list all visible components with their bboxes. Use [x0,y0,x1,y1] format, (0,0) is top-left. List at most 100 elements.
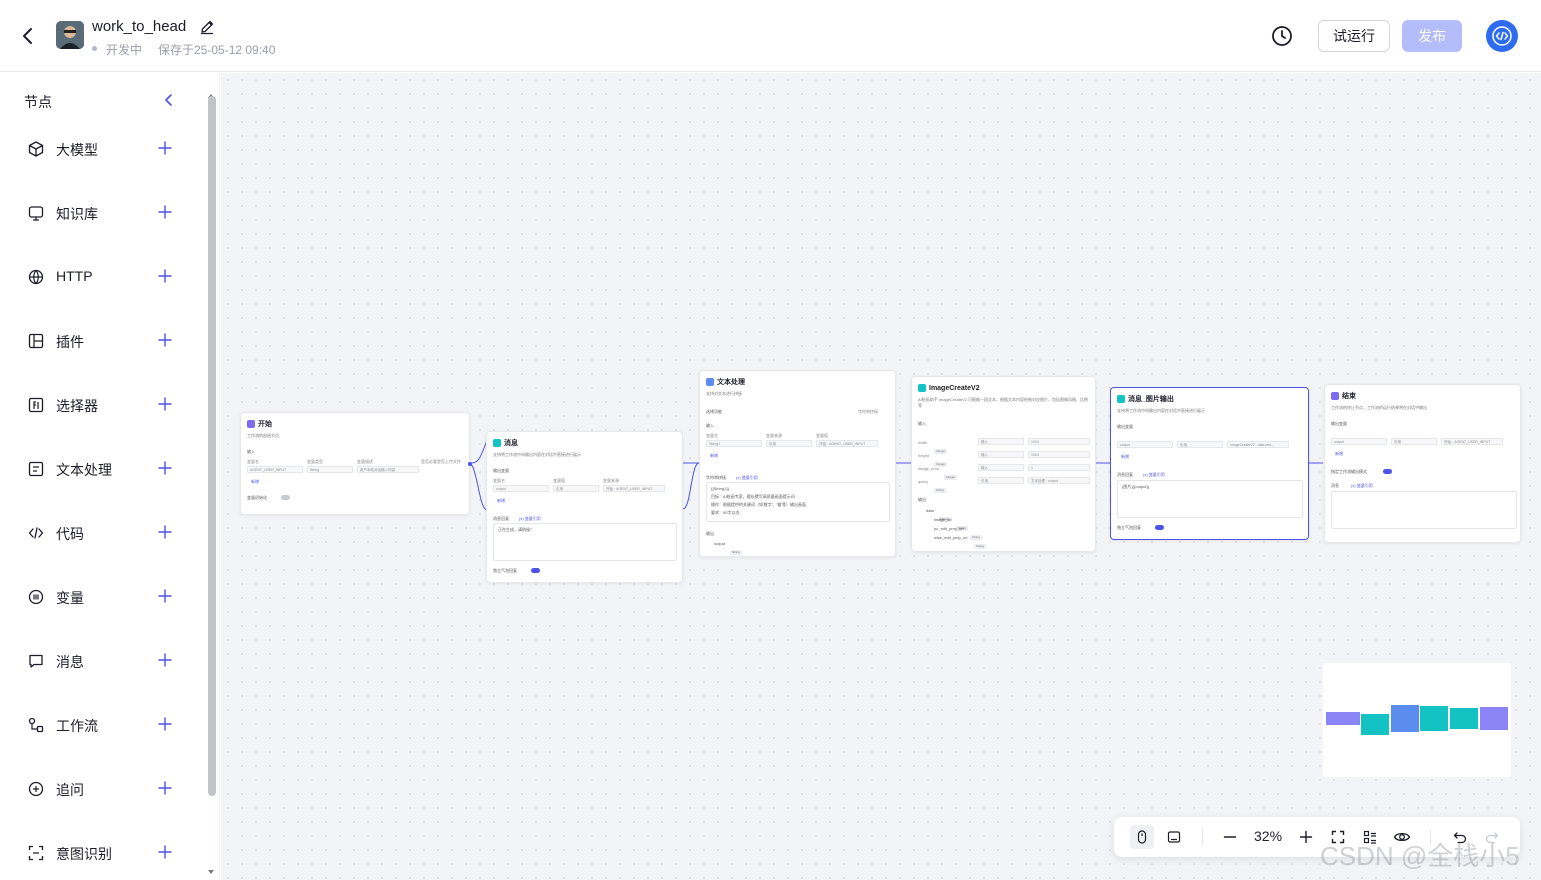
sidebar-item-code[interactable]: 代码 [0,512,205,552]
plus-icon[interactable] [156,203,174,221]
bubble-toggle[interactable] [1155,525,1164,530]
workflow-node-message[interactable]: 消息 支持将工作流中间输出内容在对话中直接进行展示 输出变量 变量名 变量值 变… [486,431,683,583]
variable-name-field[interactable]: output [493,485,549,492]
output-var-name: output [714,541,726,546]
param-value-field[interactable]: 1024 [1028,451,1090,458]
variable-name-field[interactable]: output [1331,438,1387,445]
variable-reference-link[interactable]: (x) 变量引用 [519,516,541,522]
toggle-label: 独立气泡回复 [1117,525,1141,530]
sidebar-item-selector[interactable]: 选择器 [0,384,205,424]
param-source-select[interactable]: 输入 [978,451,1024,458]
sidebar-scrollbar-thumb[interactable] [208,96,216,796]
sidebar-item-variable[interactable]: 变量 [0,576,205,616]
variable-value-field[interactable]: ImageCreateV2 · data.ima... [1227,441,1289,448]
trial-run-button[interactable]: 试运行 [1318,20,1390,52]
bubble-toggle[interactable] [531,568,540,573]
add-variable-link[interactable]: 新增 [1121,454,1129,460]
param-value-field[interactable]: 1024 [1028,438,1090,445]
sidebar-item-plugin[interactable]: 插件 [0,320,205,360]
variable-name-field[interactable]: String1 [706,440,762,447]
variable-name-field[interactable]: AGENT_USER_INPUT [247,466,303,473]
end-message-editor[interactable] [1331,491,1517,529]
plus-icon[interactable] [156,395,174,413]
sidebar-item-workflow[interactable]: 工作流 [0,704,205,744]
variable-value-field[interactable]: 开始 · AGENT_USER_INPUT [816,440,878,447]
plus-icon[interactable] [156,267,174,285]
back-arrow-icon[interactable] [14,22,42,50]
param-source-select[interactable]: 输入 [978,464,1024,471]
plus-icon[interactable] [156,715,174,733]
sidebar-item-knowledge[interactable]: 知识库 [0,192,205,232]
param-source-select[interactable]: 输入 [978,438,1024,445]
param-value-field[interactable]: 1 [1028,464,1090,471]
minimap-node-start [1326,712,1360,725]
variable-reference-link[interactable]: (x) 变量引用 [736,475,758,481]
publish-button[interactable]: 发布 [1402,20,1462,52]
sidebar-item-llm[interactable]: 大模型 [0,128,205,168]
add-variable-link[interactable]: 新增 [710,453,718,459]
node-description: 工作流的终止节点，工作流的运行结果将在对话中输出 [1331,405,1427,410]
plus-icon[interactable] [156,587,174,605]
sidebar-item-message[interactable]: 消息 [0,640,205,680]
plus-icon[interactable] [156,331,174,349]
variable-source-select[interactable]: 引用 [1177,441,1223,448]
plus-icon[interactable] [156,139,174,157]
variable-reference-link[interactable]: (x) 变量引用 [1143,472,1165,478]
zoom-out-icon[interactable] [1218,825,1242,849]
variable-value-field[interactable]: 开始 · AGENT_USER_INPUT [603,485,665,492]
workflow-node-text-process[interactable]: 文本处理 支持对文本进行拼接 选择功能 字符串拼接 输入 变量名 变量来源 变量… [699,370,896,557]
plus-icon[interactable] [156,779,174,797]
plus-icon[interactable] [156,523,174,541]
variable-reference-link[interactable]: (x) 变量引用 [1351,483,1373,489]
sidebar-item-followup[interactable]: 追问 [0,768,205,808]
pencil-edit-icon[interactable] [199,19,215,35]
message-node-icon [493,439,501,447]
add-variable-link[interactable]: 新增 [497,498,505,504]
sidebar-item-label: 变量 [56,590,84,606]
workflow-canvas[interactable]: 开始 工作流的起始节点 输入 变量名 变量类型 变量描述 是否必要 是否上传文件… [221,73,1541,880]
add-variable-link[interactable]: 新增 [1335,451,1343,457]
output-mode-toggle[interactable] [1383,469,1392,474]
init-toggle[interactable] [281,495,290,500]
workflow-node-end[interactable]: 结束 工作流的终止节点，工作流的运行结果将在对话中输出 输出变量 output … [1324,384,1521,543]
concat-template-editor[interactable]: {{String1}} 目标：AI绘画专家，擅长撰写高质量画面提示词 操作：根据… [706,482,890,522]
plus-icon[interactable] [156,651,174,669]
variable-value-field[interactable]: 开始 · AGENT_USER_INPUT [1441,438,1503,445]
mouse-mode-icon[interactable] [1130,825,1154,849]
node-title: ImageCreateV2 [929,384,980,392]
zoom-in-icon[interactable] [1294,825,1318,849]
sidebar-item-label: 追问 [56,782,84,798]
history-clock-icon[interactable] [1270,24,1294,48]
chevron-left-icon[interactable] [160,91,178,109]
workflow-node-image-create[interactable]: ImageCreateV2 AI绘画助手 ImageCreateV2 可根据一段… [911,376,1096,552]
sidebar-item-http[interactable]: HTTP [0,256,205,296]
output-section-label: 输出变量 [1117,424,1133,429]
variable-type-select[interactable]: String [307,466,353,473]
header: work_to_head 开发中 保存于25-05-12 09:40 试运行 发… [0,0,1541,72]
variable-source-select[interactable]: 引用 [1391,438,1437,445]
code-view-icon[interactable] [1486,20,1518,52]
variable-source-select[interactable]: 引用 [766,440,812,447]
workflow-node-start[interactable]: 开始 工作流的起始节点 输入 变量名 变量类型 变量描述 是否必要 是否上传文件… [240,412,472,515]
output-port[interactable] [468,462,472,466]
touchpad-mode-icon[interactable] [1162,825,1186,849]
output-field-name: pc_edit_pmp_url [934,526,964,531]
message-content: {图片}{{output}} [1122,484,1150,489]
param-source-select[interactable]: 引用 [978,477,1024,484]
param-value-field[interactable]: 文本处理 · output [1028,477,1090,484]
mode-select[interactable]: 字符串拼接 [858,409,878,415]
message-content-editor[interactable]: {图片}{{output}} [1117,480,1303,518]
plus-icon[interactable] [156,843,174,861]
variable-name-field[interactable]: output [1117,441,1173,448]
workflow-node-message-image[interactable]: 消息_图片输出 支持将工作流中间输出内容在对话中直接进行展示 输出变量 outp… [1110,387,1309,540]
sidebar-item-intent[interactable]: 意图识别 [0,832,205,872]
minimap-viewport[interactable] [1323,663,1511,777]
message-content-editor[interactable]: 正在生成，请稍候！ [493,523,677,561]
add-variable-link[interactable]: 新增 [251,479,259,485]
plus-icon[interactable] [156,459,174,477]
sidebar-item-text-process[interactable]: 文本处理 [0,448,205,488]
variable-description-field[interactable]: 用户本轮对话输入内容 [357,466,419,473]
minimap[interactable] [1315,647,1517,795]
workflow-title: work_to_head [92,18,187,35]
variable-source-select[interactable]: 引用 [553,485,599,492]
